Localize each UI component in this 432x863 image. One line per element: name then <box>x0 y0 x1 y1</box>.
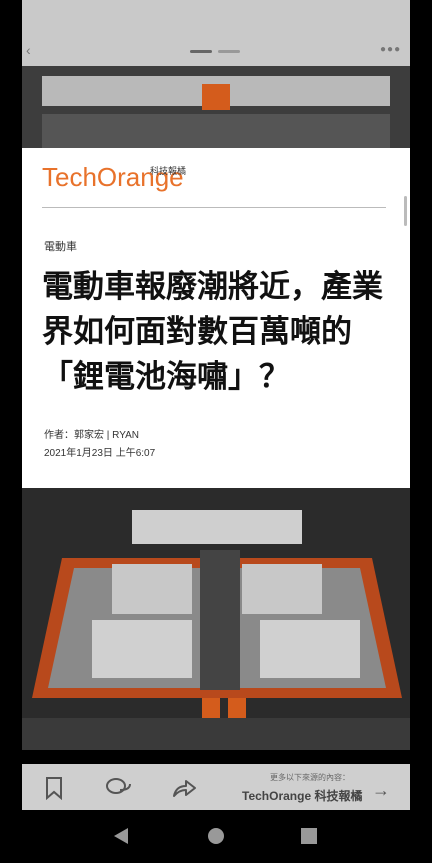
arrow-right-icon[interactable]: → <box>372 780 390 801</box>
more-options-icon[interactable]: ●●● <box>380 44 401 55</box>
nav-home-icon[interactable] <box>206 826 226 846</box>
more-content-label: 更多以下來源的內容： <box>270 773 350 782</box>
article-category[interactable]: 電動車 <box>44 238 77 254</box>
header-photo-strip <box>22 66 410 148</box>
battery-pack-photo <box>22 488 410 750</box>
divider <box>42 207 386 208</box>
logo-subtitle: 科技報橘 <box>150 166 187 176</box>
comment-icon[interactable] <box>104 776 134 800</box>
share-icon[interactable] <box>170 776 198 800</box>
scrollbar[interactable] <box>404 196 407 226</box>
article-author: 作者：郭家宏 | RYAN <box>44 430 140 441</box>
nav-back-icon[interactable] <box>112 826 130 846</box>
page-indicator <box>218 50 240 53</box>
article-date: 2021年1月23日 上午6:07 <box>44 448 156 459</box>
nav-recents-icon[interactable] <box>300 827 318 845</box>
top-bar <box>22 0 410 66</box>
back-icon[interactable]: ‹ <box>26 42 31 58</box>
bookmark-icon[interactable] <box>44 776 64 800</box>
source-name-link[interactable]: TechOrange 科技報橘 <box>242 787 362 804</box>
article-title: 電動車報廢潮將近，產業界如何面對數百萬噸的「鋰電池海嘯」？ <box>42 269 383 394</box>
page-indicator-active <box>190 50 212 53</box>
